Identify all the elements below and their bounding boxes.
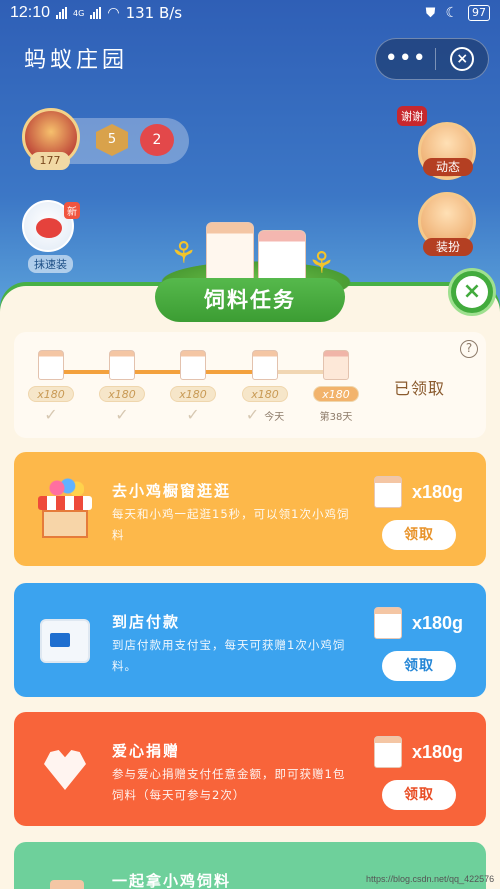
mini-program-capsule: ••• × (375, 38, 489, 80)
level-tag: 177 (30, 152, 70, 170)
task-description: 到店付款用支付宝，每天可获赠1次小鸡饲料。 (112, 638, 346, 673)
feed-bag-icon (323, 350, 349, 380)
step-amount: x180 (313, 386, 359, 402)
heart-icon (34, 738, 96, 800)
feed-bag-icon (109, 350, 135, 380)
feed-bag-icon (180, 350, 206, 380)
progress-step: x180 ✓ (99, 350, 145, 424)
close-icon: × (456, 276, 488, 308)
wheat-icon-2: ⚘ (308, 246, 335, 281)
progress-step: x180 ✓ 今天 (242, 350, 288, 427)
bag-shape (50, 880, 84, 889)
task-title: 一起拿小鸡饲料 (112, 872, 232, 889)
progress-step: x180 ✓ (170, 350, 216, 424)
task-card-store-payment: 到店付款 到店付款用支付宝，每天可获赠1次小鸡饲料。 x180g 领取 (14, 583, 486, 697)
step-amount: x180 (99, 386, 145, 402)
panel-title: 饲料任务 (155, 278, 345, 322)
battery-indicator: 97 (468, 5, 490, 21)
status-time: 12:10 (10, 4, 51, 21)
task-title: 爱心捐赠 (112, 742, 181, 760)
watermark: https://blog.csdn.net/qq_422576 (366, 874, 495, 884)
shop-awning (38, 496, 92, 510)
dongtai-label: 动态 (423, 158, 473, 176)
step-amount: x180 (170, 386, 216, 402)
help-icon[interactable]: ? (460, 340, 478, 358)
check-icon: ✓ (44, 405, 58, 424)
task-reward: x180g (412, 742, 464, 762)
claimed-status: 已领取 (394, 379, 446, 398)
pos-box (40, 619, 90, 663)
check-icon: ✓ (186, 405, 200, 424)
balloons-icon (48, 478, 84, 498)
check-icon: ✓ (115, 405, 129, 424)
thanks-badge: 谢谢 (397, 106, 427, 126)
feed-bag-icon (206, 222, 254, 282)
shop-icon (34, 478, 96, 540)
app-title: 蚂蚁庄园 (24, 48, 129, 73)
zhuangban-label: 装扮 (423, 238, 473, 256)
shield-icon: ⛊ (425, 5, 436, 21)
step-note: 今天 (264, 412, 285, 423)
wheat-icon: ⚘ (170, 236, 197, 271)
wifi-icon: ◠ (107, 5, 120, 21)
signal-icon-2 (90, 7, 102, 19)
task-description: 参与爱心捐赠支付任意金额，即可获赠1包饲料（每天可参与2次） (112, 767, 346, 802)
claim-button[interactable]: 领取 (382, 651, 456, 681)
step-amount: x180 (28, 386, 74, 402)
task-title: 去小鸡橱窗逛逛 (112, 482, 232, 500)
task-card-donation: 爱心捐赠 参与爱心捐赠支付任意金额，即可获赠1包饲料（每天可参与2次） x180… (14, 712, 486, 826)
new-badge: 新 (64, 202, 80, 219)
more-button[interactable]: ••• (376, 39, 435, 79)
check-icon: ✓ 今天 (242, 406, 288, 427)
check-mark: ✓ (245, 405, 260, 424)
progress-step-current: x180 第38天 (313, 350, 359, 427)
shop-front (42, 510, 88, 538)
step-amount: x180 (242, 386, 288, 402)
step-note: 第38天 (319, 412, 353, 423)
close-mini-program-button[interactable]: × (436, 47, 488, 71)
feed-bag-icon (374, 607, 402, 639)
heart-badge-icon[interactable]: 2 (140, 124, 174, 156)
pos-terminal-icon (34, 609, 96, 671)
status-bar: 12:10 4G ◠ 131 B/s ⛊ ☾ 97 (0, 0, 500, 26)
task-reward: x180g (412, 613, 464, 633)
feed-bag-icon (374, 736, 402, 768)
speed-outfit-label: 抹速装 (28, 255, 73, 273)
feed-bag-icon (252, 350, 278, 380)
paper-heart (44, 750, 86, 790)
panel-close-button[interactable]: × (448, 268, 496, 316)
network-type: 4G (73, 8, 85, 18)
progress-fill (50, 370, 271, 374)
claim-button[interactable]: 领取 (382, 780, 456, 810)
task-card-shop-window: 去小鸡橱窗逛逛 每天和小鸡一起逛15秒，可以领1次小鸡饲料 x180g 领取 (14, 452, 486, 566)
task-description: 每天和小鸡一起逛15秒，可以领1次小鸡饲料 (112, 507, 350, 542)
network-speed: 131 B/s (125, 4, 183, 22)
feed-bag-icon (374, 476, 402, 508)
moon-icon: ☾ (445, 5, 458, 21)
feed-bag-icon (38, 350, 64, 380)
task-reward: x180g (412, 482, 464, 502)
feed-bag-icon (34, 868, 96, 889)
close-circle-icon: × (450, 47, 475, 71)
signal-icon (56, 7, 68, 19)
task-title: 到店付款 (112, 613, 181, 631)
claim-button[interactable]: 领取 (382, 520, 456, 550)
progress-step: x180 ✓ (28, 350, 74, 424)
